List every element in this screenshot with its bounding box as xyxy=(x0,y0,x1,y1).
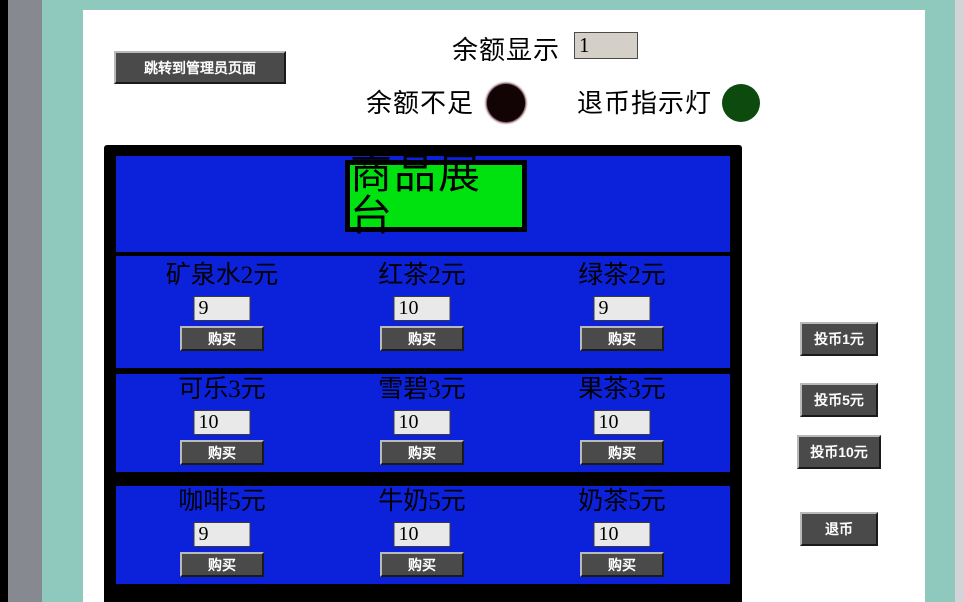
product-name: 奶茶5元 xyxy=(578,488,666,515)
product-row: 矿泉水2元 9 购买 红茶2元 10 购买 绿茶2元 9 购买 xyxy=(116,256,730,368)
buy-button[interactable]: 购买 xyxy=(180,552,264,577)
product-name: 牛奶5元 xyxy=(378,488,466,515)
buy-button[interactable]: 购买 xyxy=(180,440,264,465)
product-name: 矿泉水2元 xyxy=(165,262,279,289)
product-stock-input[interactable]: 10 xyxy=(393,522,451,547)
buy-button[interactable]: 购买 xyxy=(380,326,464,351)
product-cell: 矿泉水2元 9 购买 xyxy=(122,256,322,368)
insert-coin-5-button[interactable]: 投币5元 xyxy=(800,383,878,417)
insert-coin-1-button[interactable]: 投币1元 xyxy=(800,322,878,356)
buy-button[interactable]: 购买 xyxy=(580,440,664,465)
buy-button[interactable]: 购买 xyxy=(380,440,464,465)
window-edge-gray-left xyxy=(8,0,42,602)
window-border-teal-top xyxy=(42,0,955,10)
product-cell: 红茶2元 10 购买 xyxy=(322,256,522,368)
refund-button[interactable]: 退币 xyxy=(800,512,878,546)
buy-button[interactable]: 购买 xyxy=(380,552,464,577)
product-row: 咖啡5元 9 购买 牛奶5元 10 购买 奶茶5元 10 购买 xyxy=(116,486,730,584)
product-stock-input[interactable]: 9 xyxy=(193,296,251,321)
product-stock-input[interactable]: 9 xyxy=(193,522,251,547)
admin-page-jump-button[interactable]: 跳转到管理员页面 xyxy=(114,51,286,84)
product-name: 果茶3元 xyxy=(578,376,666,403)
product-name: 雪碧3元 xyxy=(378,376,466,403)
product-cell: 咖啡5元 9 购买 xyxy=(122,486,322,584)
product-stock-input[interactable]: 10 xyxy=(393,410,451,435)
refund-indicator-label: 退币指示灯 xyxy=(577,89,713,118)
low-balance-label: 余额不足 xyxy=(366,89,475,118)
balance-label: 余额显示 xyxy=(452,36,561,65)
product-name: 咖啡5元 xyxy=(178,488,266,515)
window-border-teal-left xyxy=(42,0,83,602)
buy-button[interactable]: 购买 xyxy=(180,326,264,351)
product-row: 可乐3元 10 购买 雪碧3元 10 购买 果茶3元 10 购买 xyxy=(116,374,730,472)
product-stock-input[interactable]: 10 xyxy=(393,296,451,321)
vending-machine-window: 跳转到管理员页面 余额显示 1 余额不足 退币指示灯 商品展台 矿泉水2元 9 … xyxy=(0,0,964,602)
product-cell: 牛奶5元 10 购买 xyxy=(322,486,522,584)
refund-lamp-icon xyxy=(722,84,760,122)
product-cell: 可乐3元 10 购买 xyxy=(122,374,322,472)
product-cell: 奶茶5元 10 购买 xyxy=(522,486,722,584)
product-name: 可乐3元 xyxy=(178,376,266,403)
product-name: 绿茶2元 xyxy=(578,262,666,289)
low-balance-lamp-icon xyxy=(487,84,525,122)
product-stock-input[interactable]: 10 xyxy=(593,522,651,547)
product-cell: 雪碧3元 10 购买 xyxy=(322,374,522,472)
product-stock-input[interactable]: 10 xyxy=(193,410,251,435)
product-cell: 果茶3元 10 购买 xyxy=(522,374,722,472)
shelf-header: 商品展台 xyxy=(116,154,730,252)
window-edge-gray-right xyxy=(955,0,964,602)
buy-button[interactable]: 购买 xyxy=(580,326,664,351)
window-edge-black xyxy=(0,0,8,602)
product-display-frame: 商品展台 矿泉水2元 9 购买 红茶2元 10 购买 绿茶2元 9 购买 可乐3… xyxy=(104,145,742,602)
window-border-teal-right xyxy=(925,0,955,602)
product-stock-input[interactable]: 9 xyxy=(593,296,651,321)
balance-input[interactable]: 1 xyxy=(574,32,638,59)
shelf-title-box: 商品展台 xyxy=(345,154,527,238)
product-cell: 绿茶2元 9 购买 xyxy=(522,256,722,368)
insert-coin-10-button[interactable]: 投币10元 xyxy=(797,435,881,469)
buy-button[interactable]: 购买 xyxy=(580,552,664,577)
product-name: 红茶2元 xyxy=(378,262,466,289)
product-stock-input[interactable]: 10 xyxy=(593,410,651,435)
shelf-title-text: 商品展台 xyxy=(350,152,483,240)
